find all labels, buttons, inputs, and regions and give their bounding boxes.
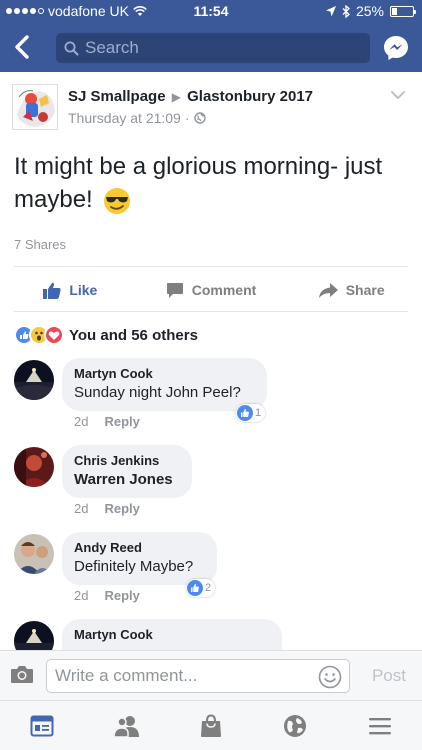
tab-notifications[interactable]: [253, 701, 337, 750]
comment-button[interactable]: Comment: [141, 276, 282, 304]
reply-button[interactable]: Reply: [104, 501, 139, 516]
comment-meta: 2d Reply: [74, 414, 140, 429]
bluetooth-icon: [342, 4, 350, 18]
author-name[interactable]: SJ Smallpage: [68, 88, 166, 105]
chevron-down-icon[interactable]: [390, 90, 406, 100]
comment-label: Comment: [191, 282, 257, 298]
like-reaction-icon: [187, 580, 203, 596]
like-count: 1: [255, 407, 262, 419]
post-title: SJ Smallpage ▶ Glastonbury 2017: [68, 88, 313, 105]
post-timestamp[interactable]: Thursday at 21:09: [68, 110, 181, 126]
like-count: 2: [205, 582, 212, 594]
tab-friends[interactable]: [84, 701, 168, 750]
post-body: It might be a glorious morning- just may…: [14, 150, 410, 216]
share-arrow-icon: [318, 282, 338, 298]
share-button[interactable]: Share: [281, 276, 422, 304]
group-name[interactable]: Glastonbury 2017: [187, 88, 313, 105]
comment-meta: 2d Reply: [74, 501, 140, 516]
post-actions: Like Comment Share: [0, 276, 422, 304]
status-right: 25%: [325, 3, 416, 19]
love-reaction-icon: [44, 325, 64, 345]
status-bar: vodafone UK 11:54 25%: [0, 0, 422, 22]
back-arrow-icon[interactable]: [12, 34, 32, 60]
reactions-summary[interactable]: You and 56 others: [14, 325, 198, 345]
news-feed-icon: [30, 715, 54, 736]
battery-icon: [390, 5, 416, 17]
comment-bubble[interactable]: Martyn Cook Sunday night John Peel?: [62, 358, 267, 411]
tagged-person-link[interactable]: Warren Jones: [74, 470, 180, 490]
comment-like-count[interactable]: 2: [186, 579, 216, 597]
like-label: Like: [69, 282, 98, 298]
post-button[interactable]: Post: [372, 666, 406, 686]
comment-input-placeholder: Write a comment...: [55, 666, 198, 685]
tab-news-feed[interactable]: [0, 701, 84, 750]
search-placeholder: Search: [85, 38, 139, 57]
divider: [14, 311, 408, 312]
search-icon: [64, 41, 79, 55]
comment-input[interactable]: Write a comment...: [46, 659, 350, 693]
commenter-name[interactable]: Andy Reed: [74, 539, 205, 557]
menu-icon: [368, 717, 391, 734]
share-label: Share: [345, 282, 385, 298]
notifications-globe-icon: [284, 714, 307, 737]
triangle-right-icon: ▶: [171, 90, 181, 104]
share-count[interactable]: 7 Shares: [14, 237, 66, 252]
nav-bar: Search: [0, 22, 422, 72]
commenter-avatar[interactable]: [14, 447, 54, 487]
reply-button[interactable]: Reply: [104, 588, 139, 603]
camera-icon[interactable]: [10, 664, 34, 684]
divider: [14, 266, 408, 267]
comment-like-count[interactable]: 1: [236, 404, 266, 422]
smiley-icon[interactable]: [318, 665, 342, 689]
comment-text: Sunday night John Peel?: [74, 384, 241, 401]
comment-composer: Write a comment... Post: [0, 650, 422, 700]
sunglasses-emoji-icon: [104, 187, 131, 214]
comment-time: 2d: [74, 588, 89, 603]
comment-icon: [166, 282, 183, 298]
friends-icon: [112, 715, 139, 737]
commenter-avatar[interactable]: [14, 534, 54, 574]
comment-bubble[interactable]: Andy Reed Definitely Maybe?: [62, 532, 217, 585]
comment-bubble[interactable]: Chris Jenkins Warren Jones: [62, 445, 192, 498]
battery-percent: 25%: [355, 3, 384, 19]
post-meta: Thursday at 21:09 ·: [68, 110, 206, 126]
author-avatar-image: [13, 85, 57, 129]
tab-marketplace[interactable]: [169, 701, 253, 750]
comment-time: 2d: [74, 501, 89, 516]
commenter-avatar[interactable]: [14, 360, 54, 400]
reply-button[interactable]: Reply: [104, 414, 139, 429]
location-arrow-icon: [325, 5, 336, 16]
commenter-avatar[interactable]: [14, 621, 54, 650]
commenter-name[interactable]: Martyn Cook: [74, 365, 255, 383]
comment-time: 2d: [74, 414, 89, 429]
author-avatar[interactable]: [12, 84, 58, 130]
post-text: It might be a glorious morning- just may…: [14, 153, 383, 213]
like-button[interactable]: Like: [0, 276, 141, 304]
search-input[interactable]: Search: [56, 33, 370, 63]
like-reaction-icon: [237, 405, 253, 421]
reactions-text: You and 56 others: [69, 326, 198, 344]
messenger-icon[interactable]: [382, 34, 410, 62]
comment-meta: 2d Reply: [74, 588, 140, 603]
comment-text: Definitely Maybe?: [74, 558, 194, 575]
comment-item: Martyn Cook: [0, 619, 422, 650]
comment-bubble[interactable]: Martyn Cook: [62, 619, 282, 650]
tab-menu[interactable]: [338, 701, 422, 750]
tab-bar: [0, 700, 422, 750]
thumbs-up-icon: [43, 282, 61, 299]
commenter-name[interactable]: Chris Jenkins: [74, 452, 180, 470]
globe-icon: [193, 112, 206, 124]
marketplace-icon: [201, 713, 222, 737]
commenter-name[interactable]: Martyn Cook: [74, 626, 270, 644]
